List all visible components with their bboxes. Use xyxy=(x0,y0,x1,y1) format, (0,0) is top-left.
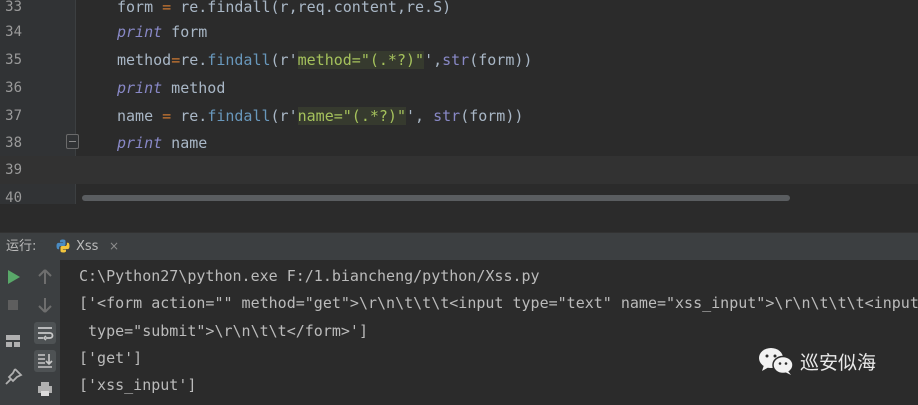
layout-icon[interactable] xyxy=(2,330,24,352)
line-number: 34 xyxy=(5,24,22,40)
console-line: ['<form action="" method="get">\r\n\t\t\… xyxy=(79,294,918,312)
run-toolbar xyxy=(0,260,60,405)
code-editor[interactable]: 33 form = re.findall(r,req.content,re.S)… xyxy=(0,0,918,204)
code-line-38[interactable]: 38 print name xyxy=(0,129,918,157)
code-text: print method xyxy=(117,79,226,97)
code-line-40[interactable]: 40 xyxy=(0,184,918,204)
down-arrow-icon[interactable] xyxy=(34,294,56,316)
line-number: 37 xyxy=(5,108,22,124)
python-icon xyxy=(56,239,70,253)
code-text: print name xyxy=(117,134,208,152)
print-icon[interactable] xyxy=(34,378,56,400)
code-line-34[interactable]: 34 print form xyxy=(0,18,918,46)
code-text: method=re.findall(r'method="(.*?)"',str(… xyxy=(117,51,533,69)
code-line-37[interactable]: 37 name = re.findall(r'name="(.*?)"', st… xyxy=(0,102,918,130)
scroll-to-end-icon[interactable] xyxy=(34,350,56,372)
console-line: C:\Python27\python.exe F:/1.biancheng/py… xyxy=(79,267,540,285)
code-text: print form xyxy=(117,23,208,41)
line-number: 36 xyxy=(5,80,22,96)
line-number: 38 xyxy=(5,135,22,151)
code-line-39[interactable]: 39 xyxy=(0,156,918,184)
console-line: ['xss_input'] xyxy=(79,376,197,394)
wechat-icon xyxy=(759,348,794,375)
code-line-35[interactable]: 35 method=re.findall(r'method="(.*?)"',s… xyxy=(0,46,918,74)
run-panel-label: 运行: xyxy=(6,239,37,254)
stop-icon[interactable] xyxy=(2,294,24,316)
up-arrow-icon[interactable] xyxy=(34,266,56,288)
watermark-text: 巡安似海 xyxy=(800,352,877,374)
soft-wrap-icon[interactable] xyxy=(34,322,56,344)
line-number: 35 xyxy=(5,52,22,68)
line-number: 40 xyxy=(5,190,22,204)
tab-label: Xss xyxy=(76,239,99,254)
pin-icon[interactable] xyxy=(2,366,24,388)
code-line-36[interactable]: 36 print method xyxy=(0,74,918,102)
close-icon[interactable]: × xyxy=(109,233,119,260)
run-panel-header: 运行: Xss × xyxy=(0,232,918,260)
tab-xss[interactable]: Xss × xyxy=(52,233,132,260)
console-line: ['get'] xyxy=(79,349,143,367)
rerun-icon[interactable] xyxy=(2,266,24,288)
line-number: 39 xyxy=(5,162,22,178)
watermark: 巡安似海 xyxy=(758,344,908,384)
fold-marker-icon[interactable] xyxy=(66,134,79,149)
console-line: type="submit">\r\n\t\t</form>'] xyxy=(79,322,368,340)
horizontal-scrollbar[interactable] xyxy=(82,195,790,201)
code-text: name = re.findall(r'name="(.*?)"', str(f… xyxy=(117,107,524,125)
